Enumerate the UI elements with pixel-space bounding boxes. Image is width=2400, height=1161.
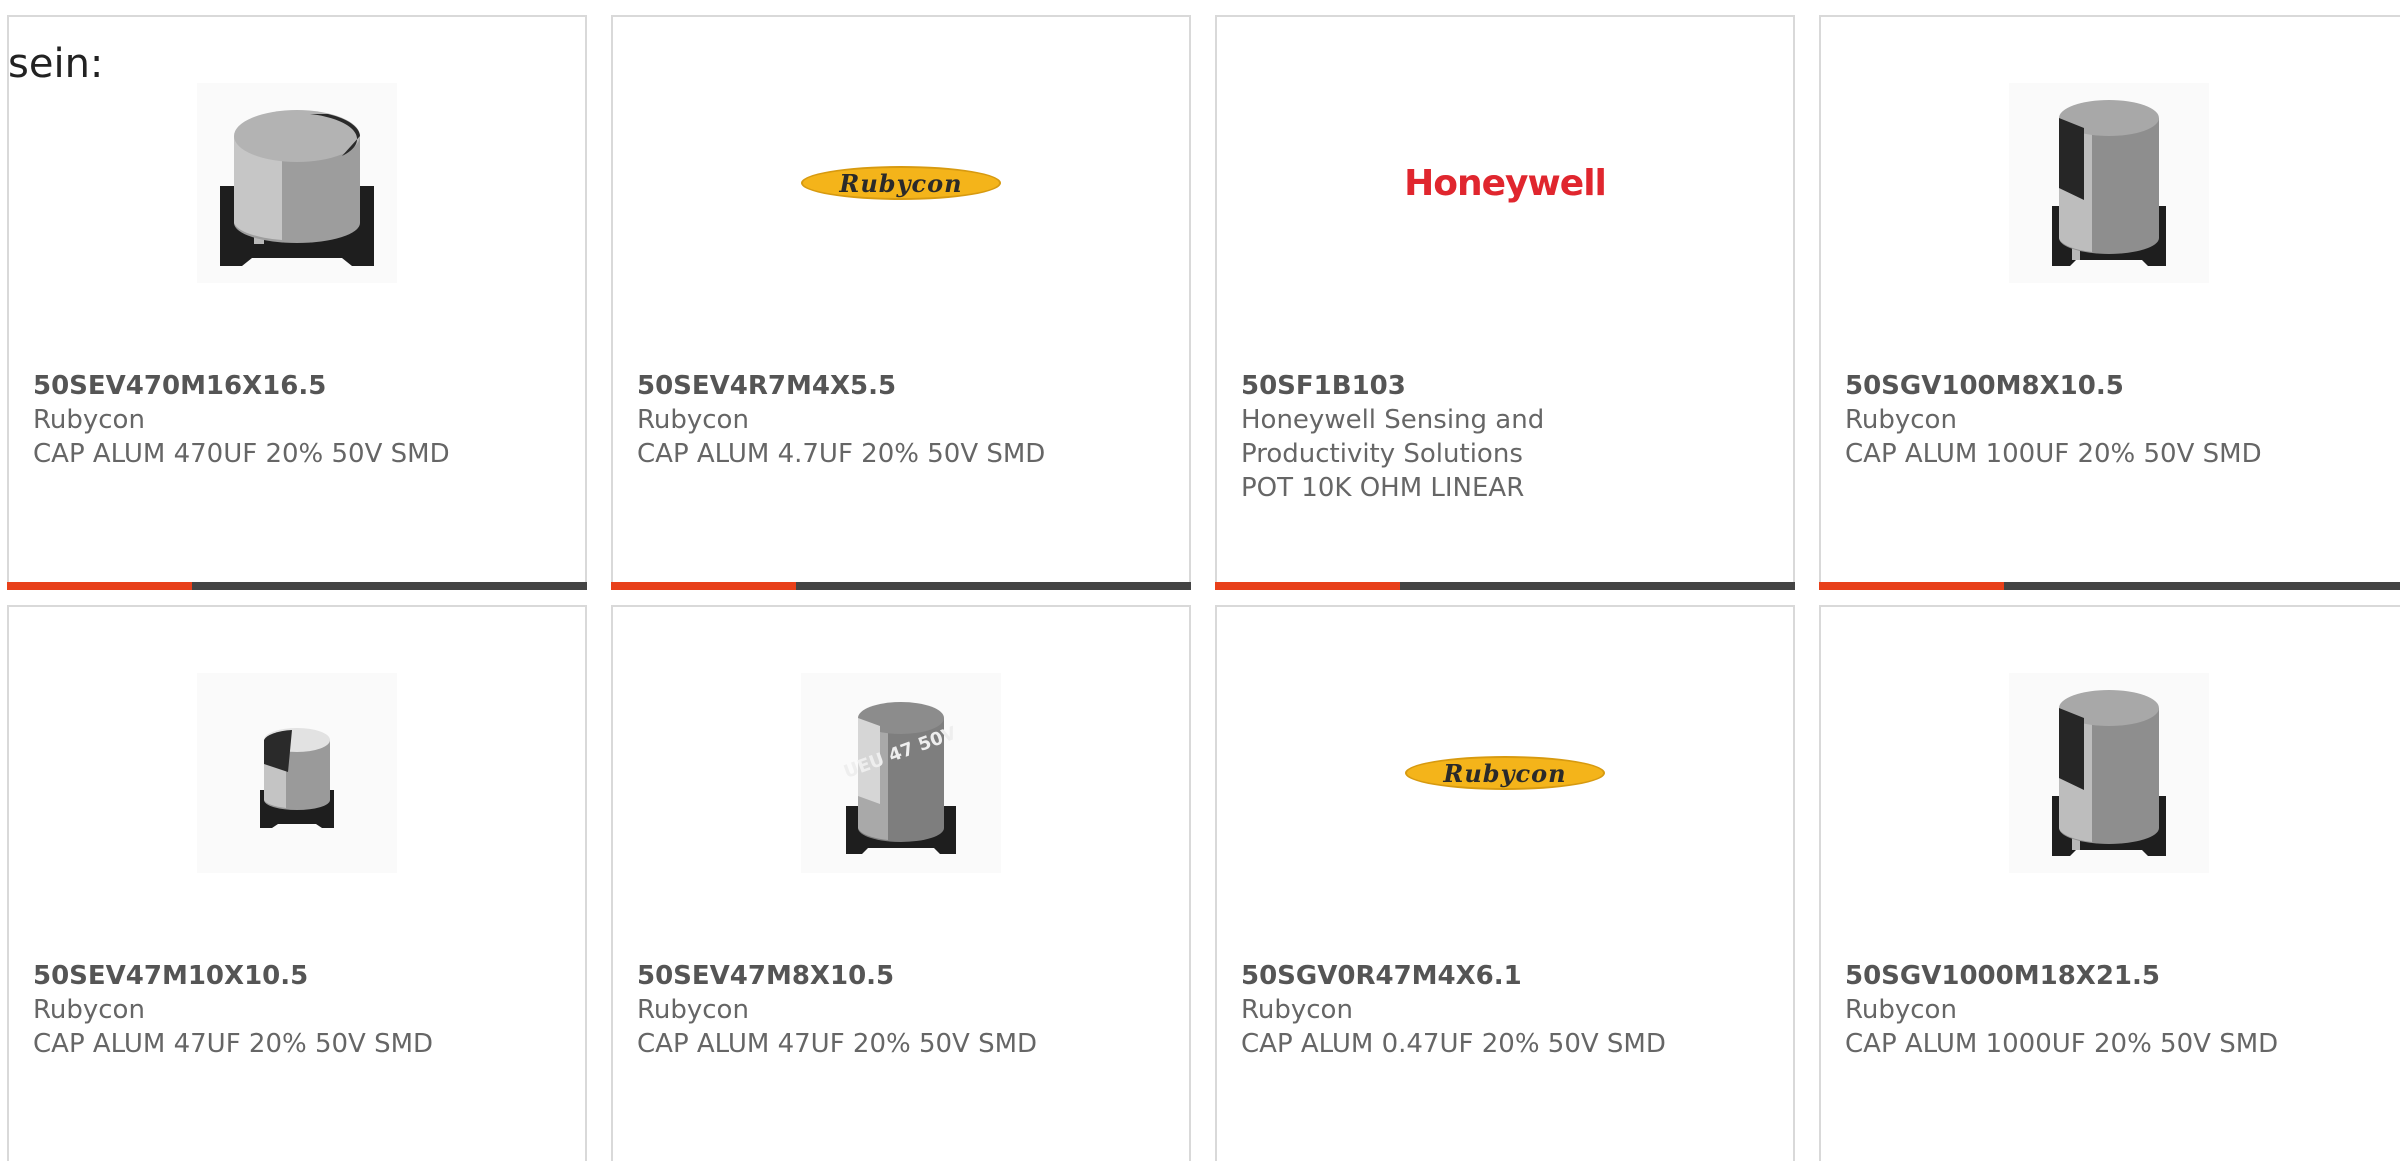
product-image[interactable] bbox=[197, 83, 397, 283]
product-description: POT 10K OHM LINEAR bbox=[1241, 473, 1525, 503]
product-card[interactable]: Rubycon 50SEV4R7M4X5.5 Rubycon CAP ALUM … bbox=[611, 15, 1191, 590]
product-info: 50SGV100M8X10.5 Rubycon CAP ALUM 100UF 2… bbox=[1845, 369, 2380, 471]
part-number-link[interactable]: 50SEV47M8X10.5 bbox=[637, 959, 1169, 993]
product-card[interactable]: Honeywell 50SF1B103 Honeywell Sensing an… bbox=[1215, 15, 1795, 590]
manufacturer: Rubycon bbox=[33, 405, 145, 435]
rubycon-logo-icon: Rubycon bbox=[801, 166, 1001, 200]
card-accent-bar bbox=[611, 582, 796, 590]
manufacturer: Rubycon bbox=[1845, 995, 1957, 1025]
product-description: CAP ALUM 47UF 20% 50V SMD bbox=[637, 1029, 1038, 1059]
product-info: 50SEV47M10X10.5 Rubycon CAP ALUM 47UF 20… bbox=[33, 959, 565, 1061]
capacitor-icon bbox=[260, 728, 334, 828]
manufacturer: Rubycon bbox=[33, 995, 145, 1025]
manufacturer: Rubycon bbox=[1241, 995, 1353, 1025]
product-description: CAP ALUM 4.7UF 20% 50V SMD bbox=[637, 439, 1046, 469]
manufacturer: Rubycon bbox=[1845, 405, 1957, 435]
product-info: 50SEV47M8X10.5 Rubycon CAP ALUM 47UF 20%… bbox=[637, 959, 1169, 1061]
card-footer-bar bbox=[1215, 582, 1795, 590]
product-image[interactable] bbox=[2009, 83, 2209, 283]
product-description: CAP ALUM 1000UF 20% 50V SMD bbox=[1845, 1029, 2279, 1059]
card-accent-bar bbox=[7, 582, 192, 590]
capacitor-icon bbox=[2052, 690, 2166, 856]
product-card[interactable]: Rubycon 50SGV0R47M4X6.1 Rubycon CAP ALUM… bbox=[1215, 605, 1795, 1161]
rubycon-logo-icon: Rubycon bbox=[1405, 756, 1605, 790]
product-image[interactable]: Rubycon bbox=[1405, 673, 1605, 873]
card-accent-bar bbox=[1819, 582, 2004, 590]
honeywell-logo-icon: Honeywell bbox=[1404, 162, 1607, 204]
card-footer-bar bbox=[611, 582, 1191, 590]
part-number-link[interactable]: 50SGV0R47M4X6.1 bbox=[1241, 959, 1773, 993]
product-card[interactable]: 50SGV100M8X10.5 Rubycon CAP ALUM 100UF 2… bbox=[1819, 15, 2400, 590]
manufacturer: Honeywell Sensing and Productivity Solut… bbox=[1241, 405, 1545, 469]
part-number-link[interactable]: 50SEV470M16X16.5 bbox=[33, 369, 565, 403]
product-card[interactable]: 50SEV470M16X16.5 Rubycon CAP ALUM 470UF … bbox=[7, 15, 587, 590]
manufacturer: Rubycon bbox=[637, 405, 749, 435]
part-number-link[interactable]: 50SGV1000M18X21.5 bbox=[1845, 959, 2380, 993]
product-description: CAP ALUM 0.47UF 20% 50V SMD bbox=[1241, 1029, 1666, 1059]
product-card[interactable]: 50SEV47M10X10.5 Rubycon CAP ALUM 47UF 20… bbox=[7, 605, 587, 1161]
product-info: 50SEV470M16X16.5 Rubycon CAP ALUM 470UF … bbox=[33, 369, 565, 471]
part-number-link[interactable]: 50SGV100M8X10.5 bbox=[1845, 369, 2380, 403]
product-info: 50SGV0R47M4X6.1 Rubycon CAP ALUM 0.47UF … bbox=[1241, 959, 1773, 1061]
product-description: CAP ALUM 47UF 20% 50V SMD bbox=[33, 1029, 434, 1059]
manufacturer: Rubycon bbox=[637, 995, 749, 1025]
product-grid-page: sein: 50SEV470M16X16.5 Rubycon CAP ALUM … bbox=[0, 0, 2400, 1161]
product-description: CAP ALUM 470UF 20% 50V SMD bbox=[33, 439, 450, 469]
capacitor-icon: UEU 47 50V bbox=[841, 702, 959, 854]
product-image[interactable] bbox=[197, 673, 397, 873]
product-image[interactable]: Rubycon bbox=[801, 83, 1001, 283]
card-footer-bar bbox=[1819, 582, 2400, 590]
product-card[interactable]: 50SGV1000M18X21.5 Rubycon CAP ALUM 1000U… bbox=[1819, 605, 2400, 1161]
product-info: 50SEV4R7M4X5.5 Rubycon CAP ALUM 4.7UF 20… bbox=[637, 369, 1169, 471]
part-number-link[interactable]: 50SEV4R7M4X5.5 bbox=[637, 369, 1169, 403]
capacitor-icon bbox=[2052, 100, 2166, 266]
product-image[interactable]: Honeywell bbox=[1404, 83, 1607, 283]
product-card[interactable]: UEU 47 50V 50SEV47M8X10.5 Rubycon CAP AL… bbox=[611, 605, 1191, 1161]
card-accent-bar bbox=[1215, 582, 1400, 590]
part-number-link[interactable]: 50SF1B103 bbox=[1241, 369, 1571, 403]
product-description: CAP ALUM 100UF 20% 50V SMD bbox=[1845, 439, 2262, 469]
product-image[interactable]: UEU 47 50V bbox=[801, 673, 1001, 873]
lead-text: sein: bbox=[8, 41, 104, 87]
part-number-link[interactable]: 50SEV47M10X10.5 bbox=[33, 959, 565, 993]
product-info: 50SF1B103 Honeywell Sensing and Producti… bbox=[1241, 369, 1571, 505]
product-image[interactable] bbox=[2009, 673, 2209, 873]
capacitor-icon bbox=[220, 110, 374, 266]
product-info: 50SGV1000M18X21.5 Rubycon CAP ALUM 1000U… bbox=[1845, 959, 2380, 1061]
card-footer-bar bbox=[7, 582, 587, 590]
